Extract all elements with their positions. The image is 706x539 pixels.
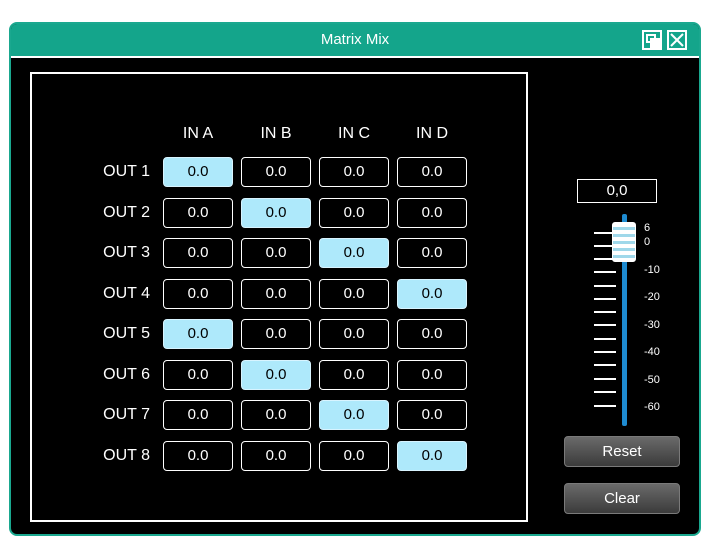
- fader-tick: [594, 285, 616, 287]
- gain-cell[interactable]: 0.0: [319, 157, 389, 187]
- gain-cell[interactable]: 0.0: [163, 319, 233, 349]
- gain-cell[interactable]: 0.0: [241, 279, 311, 309]
- fader-scale-label: -10: [644, 264, 660, 276]
- fader-scale-label: -50: [644, 374, 660, 386]
- gain-cell[interactable]: 0.0: [163, 198, 233, 228]
- restore-window-button[interactable]: [642, 30, 662, 50]
- fader-scale-label: 6: [644, 222, 651, 234]
- restore-front-icon: [650, 38, 660, 48]
- row-label: OUT 2: [103, 204, 150, 221]
- reset-button[interactable]: Reset: [564, 436, 680, 467]
- gain-cell[interactable]: 0.0: [241, 198, 311, 228]
- gain-cell[interactable]: 0.0: [163, 238, 233, 268]
- gain-cell[interactable]: 0.0: [241, 441, 311, 471]
- gain-cell[interactable]: 0.0: [397, 400, 467, 430]
- gain-cell[interactable]: 0.0: [163, 400, 233, 430]
- fader-knob[interactable]: [612, 222, 636, 262]
- fader-tick: [594, 324, 616, 326]
- row-label: OUT 8: [103, 447, 150, 464]
- gain-cell[interactable]: 0.0: [319, 360, 389, 390]
- gain-cell[interactable]: 0.0: [397, 157, 467, 187]
- gain-cell[interactable]: 0.0: [319, 441, 389, 471]
- fader-tick: [594, 391, 616, 393]
- gain-cell[interactable]: 0.0: [241, 400, 311, 430]
- gain-cell[interactable]: 0.0: [397, 198, 467, 228]
- row-label: OUT 7: [103, 406, 150, 423]
- row-label: OUT 4: [103, 285, 150, 302]
- fader-tick: [594, 378, 616, 380]
- gain-cell[interactable]: 0.0: [319, 198, 389, 228]
- gain-cell[interactable]: 0.0: [241, 360, 311, 390]
- fader-tick: [594, 364, 616, 366]
- gain-cell[interactable]: 0.0: [319, 279, 389, 309]
- gain-cell[interactable]: 0.0: [397, 319, 467, 349]
- row-label: OUT 6: [103, 366, 150, 383]
- fader-scale-label: -60: [644, 401, 660, 413]
- clear-button[interactable]: Clear: [564, 483, 680, 514]
- close-button[interactable]: [667, 30, 687, 50]
- gain-cell[interactable]: 0.0: [397, 441, 467, 471]
- gain-cell[interactable]: 0.0: [163, 157, 233, 187]
- gain-cell[interactable]: 0.0: [163, 360, 233, 390]
- fader-tick: [594, 271, 616, 273]
- row-label: OUT 1: [103, 163, 150, 180]
- column-header: IN D: [416, 125, 448, 142]
- gain-cell[interactable]: 0.0: [241, 157, 311, 187]
- column-header: IN A: [182, 125, 214, 142]
- fader-scale-label: -20: [644, 291, 660, 303]
- title-bar[interactable]: Matrix Mix: [11, 24, 699, 58]
- fader-tick: [594, 405, 616, 407]
- close-icon: [670, 33, 684, 47]
- gain-cell[interactable]: 0.0: [397, 238, 467, 268]
- gain-cell[interactable]: 0.0: [397, 279, 467, 309]
- gain-cell[interactable]: 0.0: [319, 400, 389, 430]
- row-label: OUT 5: [103, 325, 150, 342]
- gain-cell[interactable]: 0.0: [319, 319, 389, 349]
- gain-cell[interactable]: 0.0: [241, 238, 311, 268]
- fader-tick: [594, 298, 616, 300]
- fader-scale-label: -40: [644, 346, 660, 358]
- window-title: Matrix Mix: [320, 31, 390, 48]
- fader-tick: [594, 338, 616, 340]
- gain-cell[interactable]: 0.0: [397, 360, 467, 390]
- gain-cell[interactable]: 0.0: [241, 319, 311, 349]
- fader-scale-label: -30: [644, 319, 660, 331]
- fader-scale-label: 0: [644, 236, 651, 248]
- gain-cell[interactable]: 0.0: [163, 441, 233, 471]
- column-header: IN B: [260, 125, 292, 142]
- gain-cell[interactable]: 0.0: [319, 238, 389, 268]
- gain-cell[interactable]: 0.0: [163, 279, 233, 309]
- column-header: IN C: [338, 125, 370, 142]
- fader-tick: [594, 311, 616, 313]
- gain-value-display[interactable]: 0,0: [577, 179, 657, 203]
- row-label: OUT 3: [103, 244, 150, 261]
- fader-tick: [594, 351, 616, 353]
